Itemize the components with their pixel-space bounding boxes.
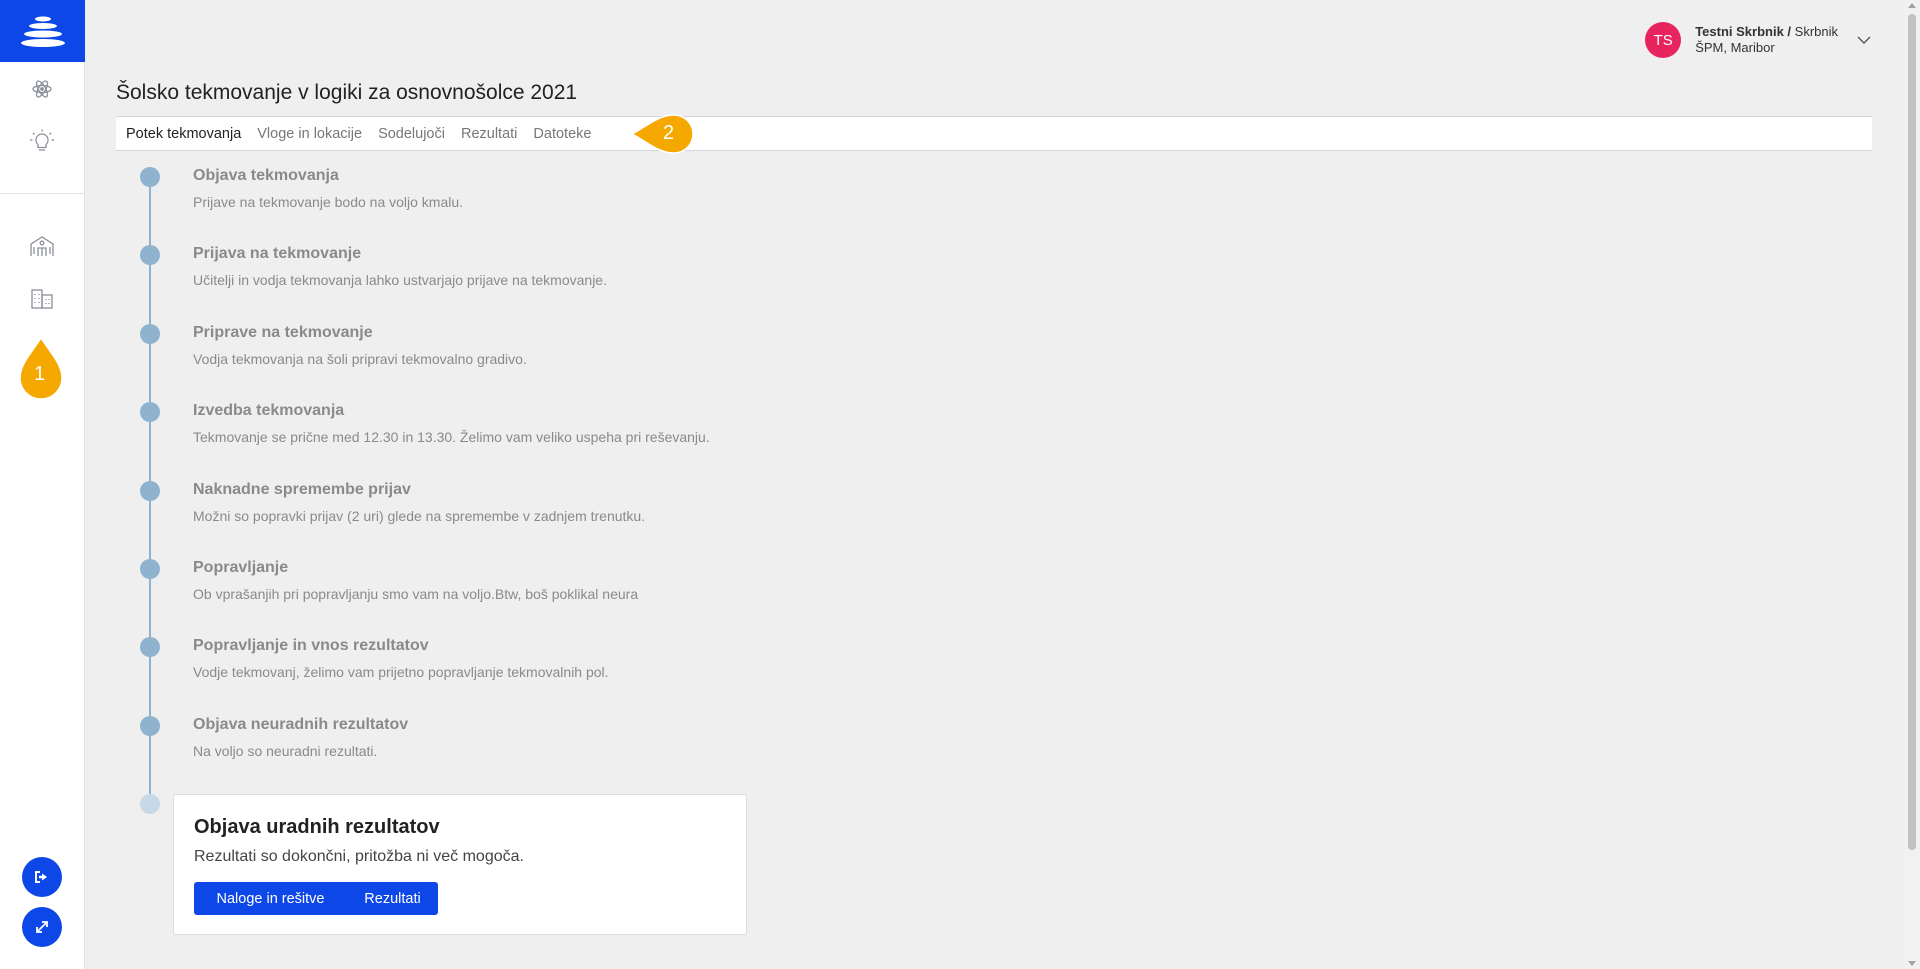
expand-icon[interactable] — [22, 907, 62, 947]
step-description: Vodje tekmovanj, želimo vam prijetno pop… — [193, 664, 609, 680]
app-logo-icon[interactable] — [0, 0, 85, 62]
step-title: Objava neuradnih rezultatov — [193, 716, 409, 733]
tab-vloge-in-lokacije[interactable]: Vloge in lokacije — [257, 126, 362, 142]
user-name: Testni Skrbnik / — [1695, 24, 1792, 39]
current-step-actions: Naloge in rešitve Rezultati — [194, 882, 438, 915]
scrollbar-thumb[interactable] — [1908, 14, 1916, 850]
current-step-title: Objava uradnih rezultatov — [194, 816, 440, 838]
timeline-dot — [140, 324, 160, 344]
school-icon[interactable] — [22, 229, 62, 263]
timeline-dot — [140, 716, 160, 736]
step-title: Popravljanje in vnos rezultatov — [193, 637, 429, 654]
timeline-dot — [140, 167, 160, 187]
tasks-solutions-button[interactable]: Naloge in rešitve — [194, 882, 347, 915]
current-step-card: Objava uradnih rezultatov Rezultati so d… — [173, 794, 747, 935]
step-description: Učitelji in vodja tekmovanja lahko ustva… — [193, 272, 607, 288]
chevron-down-icon[interactable] — [1856, 32, 1872, 48]
user-organization: ŠPM, Maribor — [1695, 40, 1775, 55]
step-title: Naknadne spremembe prijav — [193, 481, 411, 498]
tab-sodelujoci[interactable]: Sodelujoči — [378, 126, 445, 142]
step-description: Ob vprašanjih pri popravljanju smo vam n… — [193, 586, 639, 602]
sidebar-divider — [0, 193, 85, 194]
atom-icon[interactable] — [22, 72, 62, 106]
step-title: Izvedba tekmovanja — [193, 402, 345, 419]
lightbulb-icon[interactable] — [22, 124, 62, 158]
user-info: Testni Skrbnik / Skrbnik ŠPM, Maribor — [1695, 24, 1838, 56]
results-button[interactable]: Rezultati — [347, 882, 438, 915]
tour-marker-2: 2 — [630, 113, 696, 155]
timeline-dot — [140, 637, 160, 657]
current-step-description: Rezultati so dokončni, pritožba ni več m… — [194, 848, 524, 865]
step-description: Vodja tekmovanja na šoli pripravi tekmov… — [193, 351, 527, 367]
scroll-up-icon[interactable] — [1908, 3, 1916, 8]
step-title: Popravljanje — [193, 559, 289, 576]
timeline-dot — [140, 481, 160, 501]
tour-marker-1: 1 — [18, 336, 64, 402]
scroll-down-icon[interactable] — [1908, 961, 1916, 966]
sidebar — [0, 0, 85, 969]
tab-bar: Potek tekmovanja Vloge in lokacije Sodel… — [116, 116, 1872, 151]
step-description: Tekmovanje se prične med 12.30 in 13.30.… — [193, 429, 710, 445]
page-title: Šolsko tekmovanje v logiki za osnovnošol… — [116, 81, 578, 104]
timeline-dot — [140, 559, 160, 579]
step-description: Na voljo so neuradni rezultati. — [193, 743, 378, 759]
timeline-dot — [140, 402, 160, 422]
step-description: Možni so popravki prijav (2 uri) glede n… — [193, 508, 646, 524]
timeline-dot-current — [140, 794, 160, 814]
avatar[interactable]: TS — [1645, 22, 1682, 58]
timeline-dot — [140, 245, 160, 265]
user-role: Skrbnik — [1791, 24, 1838, 39]
tab-potek-tekmovanja[interactable]: Potek tekmovanja — [126, 126, 241, 142]
tour-marker-2-number: 2 — [663, 122, 675, 144]
scrollbar[interactable] — [1903, 0, 1920, 969]
buildings-icon[interactable] — [22, 281, 62, 315]
step-title: Objava tekmovanja — [193, 167, 339, 184]
user-menu[interactable]: TS Testni Skrbnik / Skrbnik ŠPM, Maribor — [1645, 22, 1872, 58]
tour-marker-1-number: 1 — [34, 363, 46, 385]
step-title: Priprave na tekmovanje — [193, 324, 373, 341]
logout-icon[interactable] — [22, 857, 62, 897]
step-description: Prijave na tekmovanje bodo na voljo kmal… — [193, 194, 464, 210]
step-title: Prijava na tekmovanje — [193, 245, 362, 262]
tab-datoteke[interactable]: Datoteke — [533, 126, 591, 142]
tab-rezultati[interactable]: Rezultati — [461, 126, 517, 142]
